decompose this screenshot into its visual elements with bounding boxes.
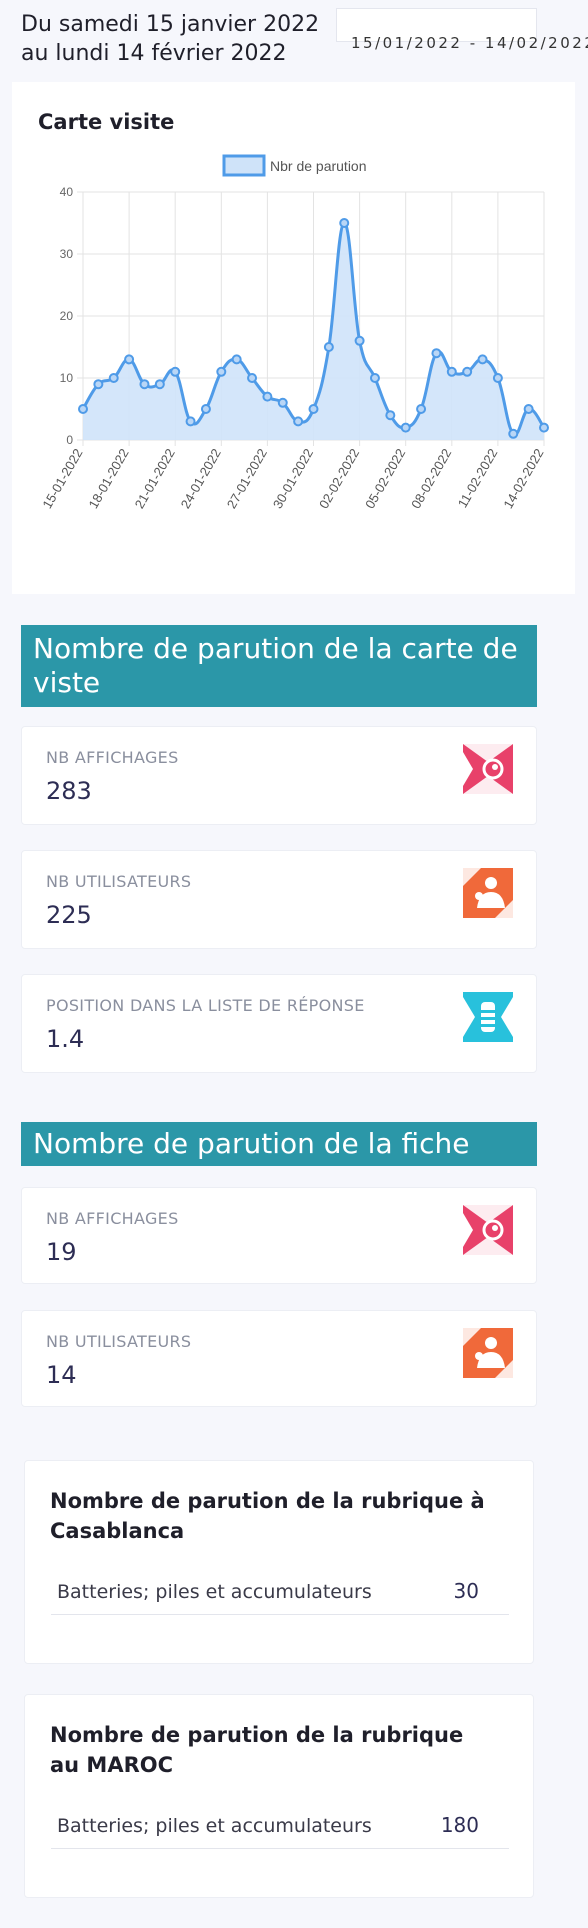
- data-point: [185, 416, 196, 427]
- legend-label: Nbr de parution: [270, 158, 367, 174]
- data-point: [170, 366, 181, 377]
- data-point: [231, 354, 242, 365]
- stat-label: NB UTILISATEURS: [46, 872, 192, 891]
- chart-card-title: Carte visite: [38, 110, 175, 134]
- y-tick-label: 40: [60, 185, 74, 199]
- data-point: [216, 366, 227, 377]
- x-tick-label: 21-01-2022: [132, 446, 178, 511]
- data-point: [462, 366, 473, 377]
- data-point: [139, 379, 150, 390]
- data-point: [446, 366, 457, 377]
- stat-value: 225: [46, 901, 92, 929]
- stat-card-position: POSITION DANS LA LISTE DE RÉPONSE 1.4: [21, 974, 537, 1073]
- data-point: [431, 348, 442, 359]
- eye-icon: [463, 744, 513, 794]
- table-row: Batteries; piles et accumulateurs 30: [51, 1571, 509, 1615]
- x-tick-label: 08-02-2022: [408, 446, 454, 511]
- eye-icon: [463, 1205, 513, 1255]
- x-tick-label: 11-02-2022: [455, 446, 501, 510]
- rubric-title: Nombre de parution de la rubrique au MAR…: [50, 1723, 464, 1777]
- stat-value: 283: [46, 777, 92, 805]
- data-point: [247, 373, 258, 383]
- section-banner-fiche: Nombre de parution de la fiche: [21, 1122, 537, 1166]
- data-point: [539, 422, 549, 433]
- data-point: [154, 379, 165, 390]
- users-icon: [463, 868, 513, 918]
- legend-swatch: [222, 154, 266, 177]
- rubric-card-casablanca: Nombre de parution de la rubrique à Casa…: [24, 1460, 534, 1664]
- data-point: [277, 397, 288, 408]
- data-point: [492, 373, 503, 383]
- stat-card-views: NB AFFICHAGES 283: [21, 726, 537, 825]
- x-tick-label: 14-02-2022: [500, 446, 546, 511]
- x-tick-label: 30-01-2022: [270, 446, 316, 511]
- users-icon: [463, 1328, 513, 1378]
- stat-value: 14: [46, 1361, 77, 1389]
- data-point: [354, 335, 365, 346]
- data-point: [200, 404, 211, 414]
- x-tick-label: 05-02-2022: [362, 446, 408, 511]
- date-range-input[interactable]: 15/01/2022 - 14/02/2022: [336, 8, 588, 52]
- stat-card-fiche-views: NB AFFICHAGES 19: [21, 1187, 537, 1284]
- y-tick-label: 0: [66, 433, 73, 447]
- data-point: [369, 373, 380, 383]
- x-tick-label: 24-01-2022: [178, 446, 224, 511]
- data-point: [339, 218, 350, 228]
- data-point: [385, 410, 396, 421]
- data-point: [477, 354, 488, 365]
- chart-card: 0 10 20 30 40 15-01-2022 18-01-2022 21-01-2022 2…: [12, 82, 575, 594]
- stat-label: POSITION DANS LA LISTE DE RÉPONSE: [46, 996, 365, 1015]
- list-position-icon: [463, 992, 513, 1042]
- rubric-name: Batteries; piles et accumulateurs: [57, 1581, 372, 1603]
- rubric-card-maroc: Nombre de parution de la rubrique au MAR…: [24, 1694, 534, 1898]
- stat-label: NB UTILISATEURS: [46, 1332, 192, 1351]
- rubric-value: 180: [440, 1813, 479, 1837]
- rubric-title: Nombre de parution de la rubrique à Casa…: [50, 1489, 485, 1543]
- data-point: [124, 354, 135, 365]
- stat-label: NB AFFICHAGES: [46, 1209, 179, 1228]
- data-point: [108, 373, 119, 383]
- stat-card-fiche-users: NB UTILISATEURS 14: [21, 1310, 537, 1407]
- x-tick-label: 02-02-2022: [316, 446, 362, 511]
- data-point: [293, 416, 304, 427]
- x-tick-label: 15-01-2022: [39, 446, 85, 511]
- stat-value: 19: [46, 1238, 77, 1266]
- stat-value: 1.4: [46, 1025, 85, 1053]
- data-point: [262, 391, 273, 402]
- data-point: [508, 428, 519, 439]
- visit-card-chart: 01020304015-01-2022 18-01-2022 21-01-2022 2…: [39, 154, 549, 511]
- stat-label: NB AFFICHAGES: [46, 748, 179, 767]
- data-point: [523, 404, 534, 414]
- rubric-name: Batteries; piles et accumulateurs: [57, 1815, 372, 1837]
- y-tick-label: 20: [60, 309, 74, 323]
- data-point: [400, 422, 411, 433]
- section-banner-carte: Nombre de parution de la carte de viste: [21, 625, 537, 707]
- date-range-input-value: 15/01/2022 - 14/02/2022: [351, 34, 588, 52]
- y-tick-label: 10: [60, 371, 74, 385]
- data-point: [78, 404, 88, 414]
- table-row: Batteries; piles et accumulateurs 180: [51, 1805, 509, 1849]
- rubric-value: 30: [453, 1579, 479, 1603]
- y-tick-label: 30: [60, 247, 74, 261]
- x-tick-label: 27-01-2022: [224, 446, 270, 511]
- data-point: [323, 342, 334, 352]
- data-point: [416, 404, 427, 414]
- x-tick-label: 18-01-2022: [85, 446, 131, 511]
- data-point: [93, 379, 104, 390]
- date-range-heading: Du samedi 15 janvier 2022 au lundi 14 fé…: [21, 12, 320, 66]
- stat-card-users: NB UTILISATEURS 225: [21, 850, 537, 949]
- data-point: [308, 404, 319, 414]
